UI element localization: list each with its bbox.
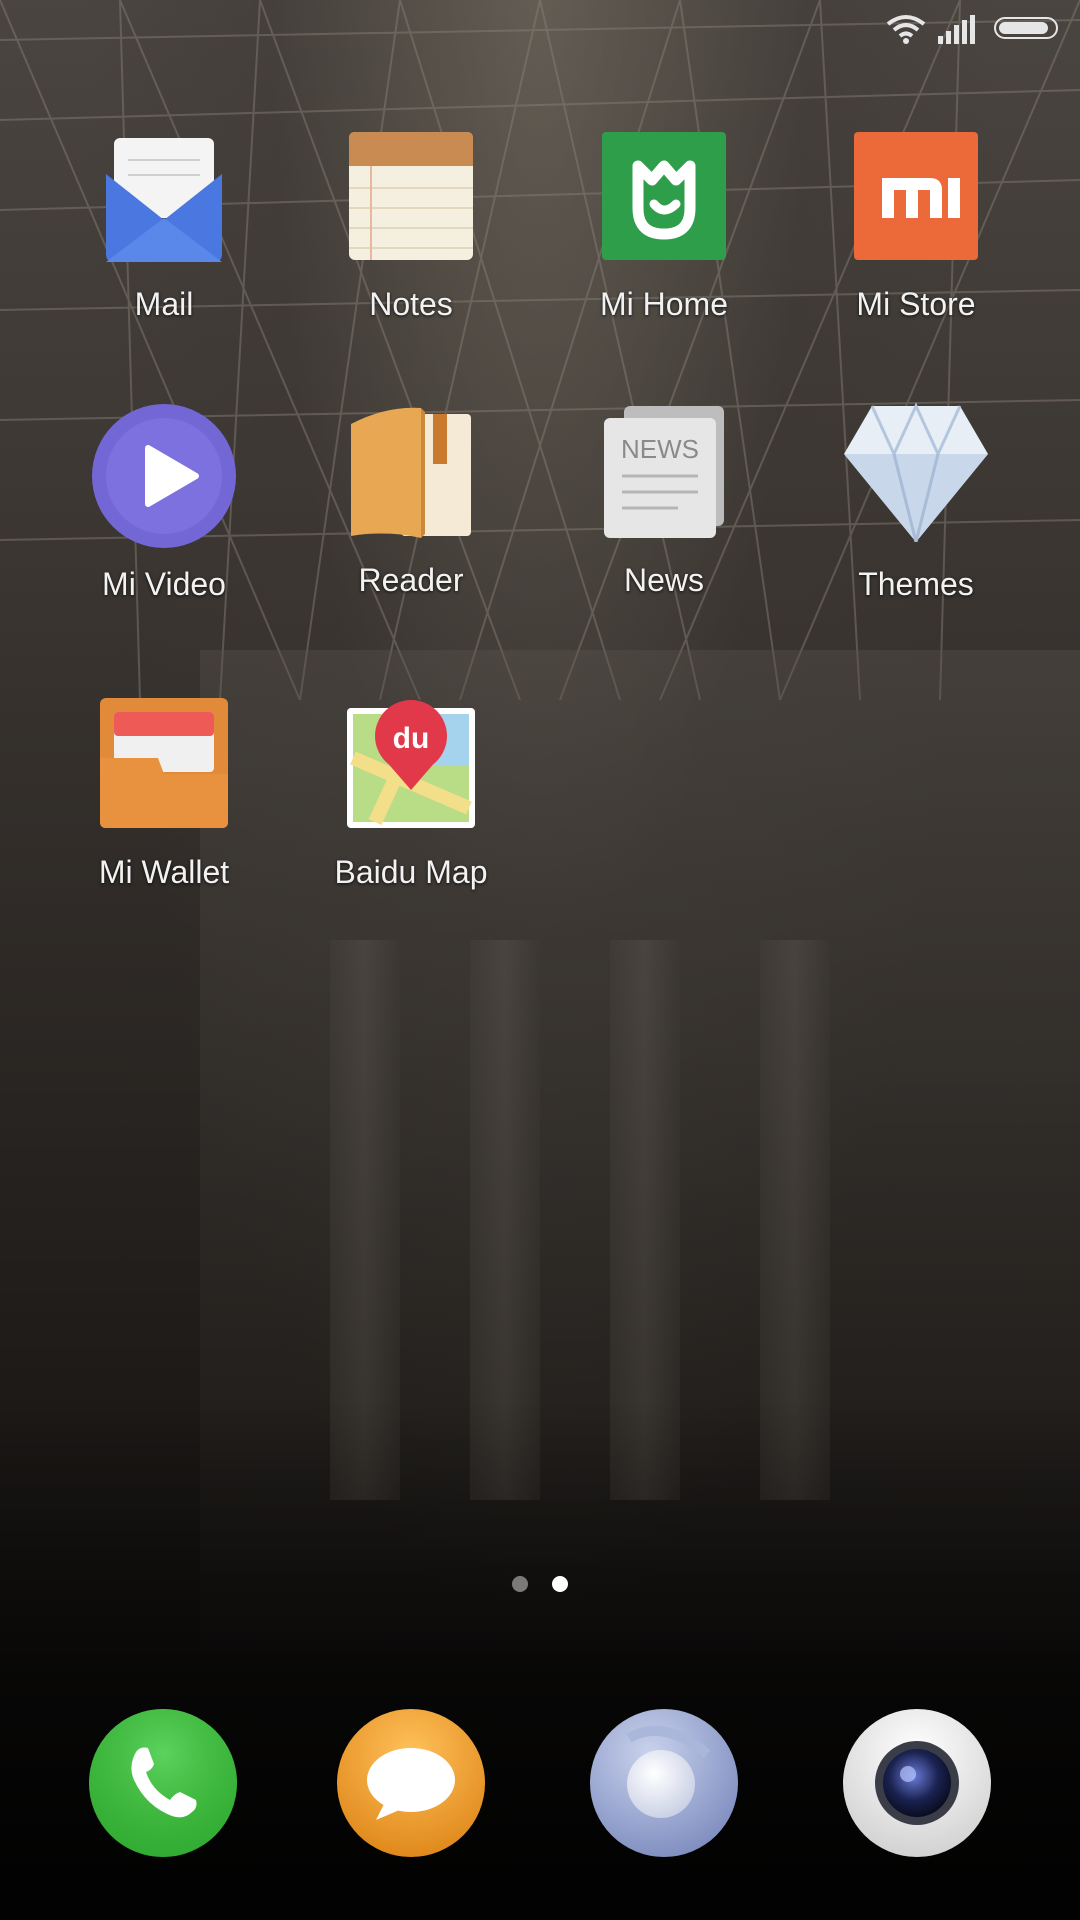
mi-home-icon bbox=[598, 130, 730, 262]
dock-phone[interactable] bbox=[88, 1708, 238, 1858]
message-icon bbox=[337, 1709, 485, 1857]
app-label: News bbox=[623, 562, 704, 598]
news-icon-text: NEWS bbox=[621, 434, 699, 464]
app-mi-wallet[interactable]: Mi Wallet bbox=[54, 698, 274, 891]
page-indicator bbox=[508, 1576, 572, 1594]
browser-icon bbox=[590, 1709, 738, 1857]
page-dot-2-active[interactable] bbox=[552, 1576, 568, 1592]
notes-icon bbox=[345, 130, 477, 262]
app-label: Baidu Map bbox=[334, 854, 488, 890]
app-mail[interactable]: Mail bbox=[54, 130, 274, 323]
app-label: Themes bbox=[858, 566, 974, 602]
app-mi-home[interactable]: Mi Home bbox=[554, 130, 774, 323]
app-label: Reader bbox=[358, 562, 464, 598]
app-label: Mi Video bbox=[102, 566, 226, 602]
app-label: Notes bbox=[369, 286, 453, 322]
status-bar bbox=[0, 0, 1080, 58]
news-icon: NEWS bbox=[598, 406, 730, 538]
app-label: Mi Store bbox=[856, 286, 976, 322]
app-mi-video[interactable]: Mi Video bbox=[54, 404, 274, 603]
baidu-map-icon-text: du bbox=[393, 722, 430, 755]
cellular-signal-icon bbox=[938, 15, 975, 44]
page-dot-1[interactable] bbox=[512, 1576, 528, 1592]
themes-icon bbox=[842, 402, 990, 543]
app-reader[interactable]: Reader bbox=[301, 406, 521, 599]
app-news[interactable]: NEWS News bbox=[554, 406, 774, 599]
mail-icon bbox=[98, 130, 230, 262]
app-label: Mail bbox=[134, 286, 194, 322]
dock-messaging[interactable] bbox=[336, 1708, 486, 1858]
phone-icon bbox=[89, 1709, 237, 1857]
app-mi-store[interactable]: Mi Store bbox=[806, 130, 1026, 323]
app-themes[interactable]: Themes bbox=[806, 402, 1026, 603]
mi-store-icon bbox=[850, 130, 982, 262]
reader-icon bbox=[345, 406, 477, 538]
baidu-map-icon: du bbox=[345, 698, 477, 830]
camera-icon bbox=[843, 1709, 991, 1857]
app-label: Mi Home bbox=[599, 286, 728, 322]
app-notes[interactable]: Notes bbox=[301, 130, 521, 323]
app-label: Mi Wallet bbox=[98, 854, 230, 890]
battery-level bbox=[999, 22, 1048, 34]
mi-video-icon bbox=[90, 402, 238, 550]
battery-icon bbox=[994, 17, 1058, 39]
dock-browser[interactable] bbox=[589, 1708, 739, 1858]
wifi-icon bbox=[886, 15, 926, 44]
mi-wallet-icon bbox=[98, 698, 230, 830]
app-baidu-map[interactable]: du Baidu Map bbox=[301, 698, 521, 891]
dock-camera[interactable] bbox=[842, 1708, 992, 1858]
